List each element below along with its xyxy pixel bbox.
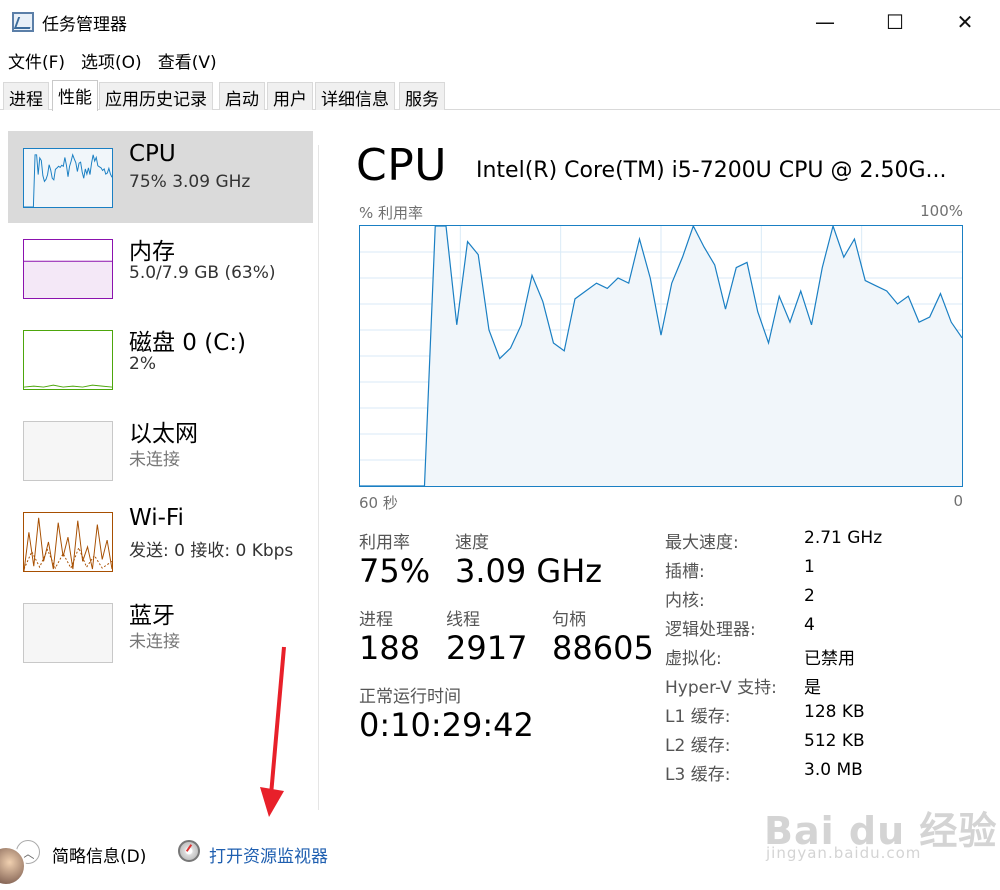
spec-label: 内核:: [665, 591, 705, 611]
spec-value: 1: [804, 557, 815, 577]
threads-label: 线程: [446, 610, 480, 630]
spec-value: 512 KB: [804, 731, 865, 751]
spec-label: 插槽:: [665, 562, 705, 582]
processes-label: 进程: [359, 610, 393, 630]
spec-value: 是: [804, 678, 821, 698]
menu-bar: 文件(F) 选项(O) 查看(V): [0, 46, 1000, 74]
utilization-label: 利用率: [359, 533, 410, 553]
spec-label: 最大速度:: [665, 533, 739, 553]
graph-axis-start: 60 秒: [359, 494, 398, 512]
processes-value: 188: [359, 629, 421, 667]
minimize-button[interactable]: —: [790, 0, 860, 44]
title-bar: 任务管理器 — ☐ ✕: [0, 0, 1000, 44]
sidebar-item-cpu[interactable]: CPU 75% 3.09 GHz: [8, 131, 313, 223]
sidebar-item-value: 75% 3.09 GHz: [129, 172, 251, 192]
tab-performance[interactable]: 性能: [52, 80, 98, 111]
tab-details[interactable]: 详细信息: [315, 82, 395, 110]
task-manager-icon: [12, 12, 34, 32]
speed-value: 3.09 GHz: [455, 552, 603, 590]
sidebar-item-value: 未连接: [129, 450, 180, 470]
spec-label: Hyper-V 支持:: [665, 678, 777, 698]
cpu-model-name: Intel(R) Core(TM) i5-7200U CPU @ 2.50G..…: [476, 158, 947, 183]
spec-label: L2 缓存:: [665, 736, 731, 756]
spec-value: 2: [804, 586, 815, 606]
annotation-arrow-icon: [260, 646, 286, 817]
sidebar-item-wifi[interactable]: Wi-Fi 发送: 0 接收: 0 Kbps: [8, 495, 313, 587]
wifi-thumbnail-graph: [23, 512, 113, 572]
sidebar-item-value: 5.0/7.9 GB (63%): [129, 263, 276, 283]
open-resource-monitor-link[interactable]: 打开资源监视器: [209, 842, 328, 867]
page-title: CPU: [356, 140, 447, 191]
sidebar-item-label: CPU: [129, 141, 176, 167]
graph-label-utilization: % 利用率: [359, 204, 424, 222]
cpu-detail-panel: CPU Intel(R) Core(TM) i5-7200U CPU @ 2.5…: [330, 112, 1000, 824]
spec-value: 已禁用: [804, 649, 855, 669]
watermark-url: jingyan.baidu.com: [766, 844, 922, 862]
baidu-watermark: Bai du 经验 jingyan.baidu.com: [764, 800, 1000, 890]
sidebar-item-value: 未连接: [129, 632, 180, 652]
spec-value: 128 KB: [804, 702, 865, 722]
handles-label: 句柄: [552, 610, 586, 630]
spec-label: 逻辑处理器:: [665, 620, 756, 640]
tab-services[interactable]: 服务: [399, 82, 445, 110]
sidebar-item-label: 蓝牙: [129, 603, 175, 629]
handles-value: 88605: [552, 629, 654, 667]
uptime-value: 0:10:29:42: [359, 706, 534, 744]
menu-file[interactable]: 文件(F): [0, 46, 73, 74]
window-title: 任务管理器: [42, 15, 127, 35]
uptime-label: 正常运行时间: [359, 687, 461, 707]
sidebar-item-ethernet[interactable]: 以太网 未连接: [8, 404, 313, 496]
spec-value: 2.71 GHz: [804, 528, 883, 548]
brief-info-button[interactable]: 简略信息(D): [52, 842, 146, 867]
tab-app-history[interactable]: 应用历史记录: [99, 82, 213, 110]
resource-monitor-icon[interactable]: [178, 840, 200, 862]
graph-label-max: 100%: [920, 202, 963, 220]
threads-value: 2917: [446, 629, 528, 667]
spec-label: L1 缓存:: [665, 707, 731, 727]
sidebar-item-disk[interactable]: 磁盘 0 (C:) 2%: [8, 313, 313, 405]
close-button[interactable]: ✕: [930, 0, 1000, 44]
ethernet-thumbnail-graph: [23, 421, 113, 481]
cpu-utilization-graph: [359, 225, 963, 487]
sidebar-item-label: 磁盘 0 (C:): [129, 330, 247, 356]
sidebar-item-value: 发送: 0 接收: 0 Kbps: [129, 541, 294, 561]
spec-value: 4: [804, 615, 815, 635]
menu-view[interactable]: 查看(V): [150, 46, 225, 74]
sidebar-item-label: 内存: [129, 239, 175, 265]
bluetooth-thumbnail-graph: [23, 603, 113, 663]
maximize-button[interactable]: ☐: [860, 0, 930, 44]
tab-bar: 进程 性能 应用历史记录 启动 用户 详细信息 服务: [0, 80, 1000, 111]
memory-thumbnail-graph: [23, 239, 113, 299]
tab-processes[interactable]: 进程: [3, 82, 49, 110]
graph-axis-end: 0: [953, 492, 963, 510]
sidebar-divider: [318, 145, 319, 810]
sidebar-item-memory[interactable]: 内存 5.0/7.9 GB (63%): [8, 222, 313, 314]
sidebar-item-value: 2%: [129, 354, 156, 374]
utilization-value: 75%: [359, 552, 431, 590]
tab-startup[interactable]: 启动: [219, 82, 265, 110]
sidebar-item-label: Wi-Fi: [129, 505, 184, 531]
spec-value: 3.0 MB: [804, 760, 863, 780]
tab-users[interactable]: 用户: [267, 82, 313, 110]
sidebar-item-label: 以太网: [129, 421, 198, 447]
cpu-thumbnail-graph: [23, 148, 113, 208]
spec-label: L3 缓存:: [665, 765, 731, 785]
spec-label: 虚拟化:: [665, 649, 722, 669]
menu-options[interactable]: 选项(O): [73, 46, 150, 74]
disk-thumbnail-graph: [23, 330, 113, 390]
speed-label: 速度: [455, 533, 489, 553]
